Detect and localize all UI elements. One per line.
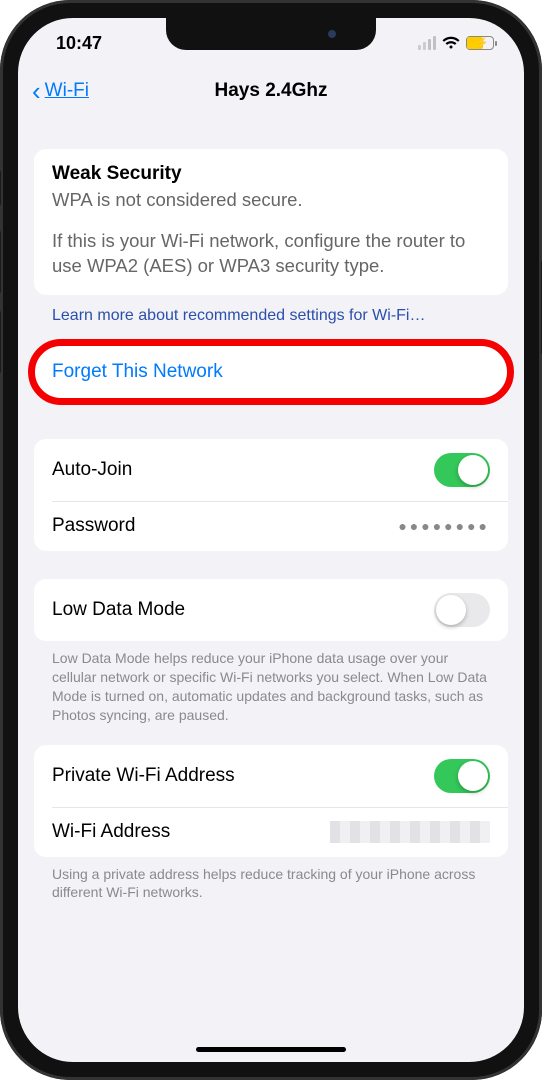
volume-down-button: [0, 310, 1, 374]
auto-join-toggle[interactable]: [434, 453, 490, 487]
learn-more-link[interactable]: Learn more about recommended settings fo…: [34, 295, 508, 335]
connection-settings-group: Auto-Join Password ●●●●●●●●: [34, 439, 508, 551]
weak-security-card: Weak Security WPA is not considered secu…: [34, 149, 508, 295]
low-data-toggle[interactable]: [434, 593, 490, 627]
wifi-address-label: Wi-Fi Address: [52, 821, 170, 843]
page-title: Hays 2.4Ghz: [215, 80, 328, 102]
auto-join-label: Auto-Join: [52, 459, 132, 481]
weak-security-subtitle: WPA is not considered secure.: [52, 189, 490, 211]
private-address-row: Private Wi-Fi Address: [34, 745, 508, 807]
low-data-desc: Low Data Mode helps reduce your iPhone d…: [34, 641, 508, 725]
low-data-row: Low Data Mode: [34, 579, 508, 641]
volume-up-button: [0, 230, 1, 294]
auto-join-row: Auto-Join: [34, 439, 508, 501]
cellular-icon: [418, 36, 436, 50]
low-data-label: Low Data Mode: [52, 599, 185, 621]
low-data-group: Low Data Mode: [34, 579, 508, 641]
weak-security-title: Weak Security: [52, 163, 490, 185]
password-row[interactable]: Password ●●●●●●●●: [34, 501, 508, 551]
nav-bar: ‹ Wi-Fi Hays 2.4Ghz: [18, 68, 524, 114]
silence-switch: [0, 170, 1, 206]
home-indicator[interactable]: [196, 1047, 346, 1052]
privacy-group: Private Wi-Fi Address Wi-Fi Address: [34, 745, 508, 857]
notch: [166, 18, 376, 50]
forget-network-button[interactable]: Forget This Network: [34, 345, 508, 399]
private-address-desc: Using a private address helps reduce tra…: [34, 857, 508, 903]
password-value: ●●●●●●●●: [398, 518, 490, 534]
private-address-label: Private Wi-Fi Address: [52, 765, 235, 787]
screen: 10:47 ⚡ ‹ Wi-Fi Hays 2.4Ghz: [18, 18, 524, 1062]
wifi-address-row: Wi-Fi Address: [34, 807, 508, 857]
weak-security-desc: If this is your Wi-Fi network, configure…: [52, 229, 490, 279]
wifi-address-value-redacted: [330, 821, 490, 843]
chevron-left-icon: ‹: [32, 78, 41, 104]
battery-icon: ⚡: [466, 36, 494, 50]
status-time: 10:47: [56, 33, 102, 54]
back-button[interactable]: ‹ Wi-Fi: [32, 78, 89, 104]
phone-frame: 10:47 ⚡ ‹ Wi-Fi Hays 2.4Ghz: [0, 0, 542, 1080]
password-label: Password: [52, 515, 135, 537]
wifi-icon: [442, 36, 460, 50]
private-address-toggle[interactable]: [434, 759, 490, 793]
back-label: Wi-Fi: [45, 80, 89, 102]
